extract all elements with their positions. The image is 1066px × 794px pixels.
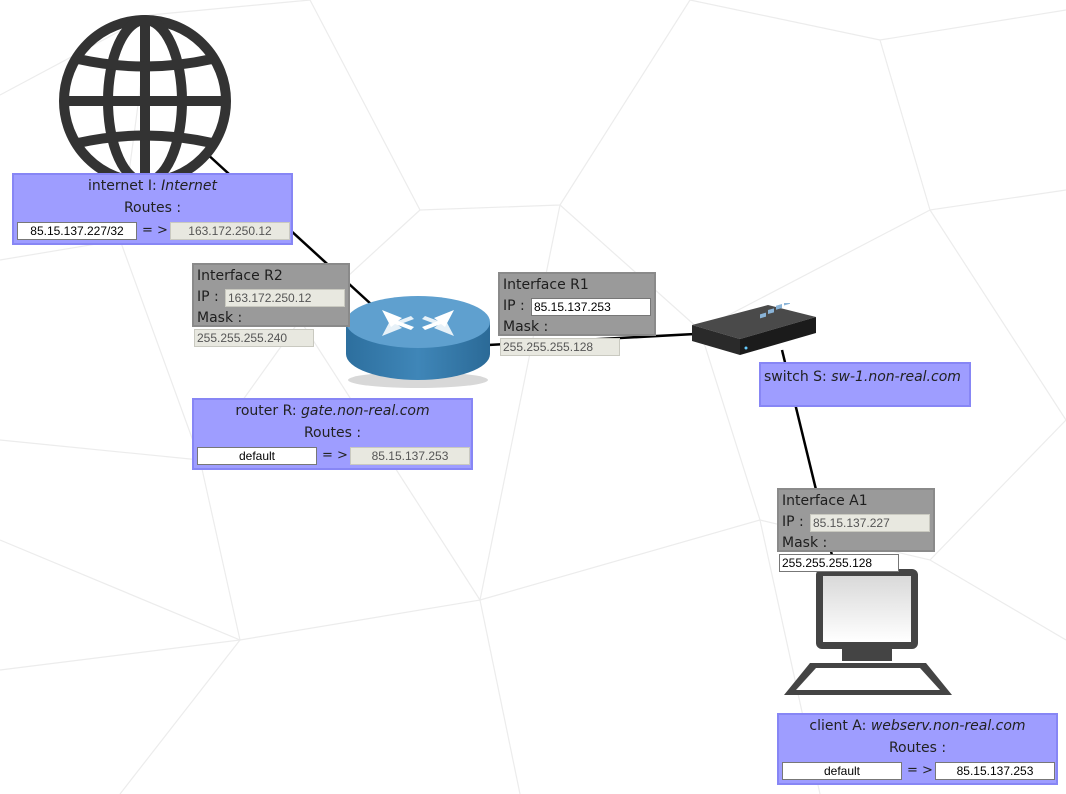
switch-card: switch S: sw-1.non-real.com [759, 362, 971, 407]
internet-route-destination-input[interactable]: 85.15.137.227/32 [17, 222, 137, 240]
interface-r1-card: Interface R1 IP : 85.15.137.253 Mask : [498, 272, 656, 336]
interface-a1-mask-label: Mask : [782, 535, 828, 551]
interface-r2-ip-label: IP : [197, 289, 219, 305]
internet-route-arrow: = > [142, 223, 168, 238]
interface-r1-mask-field: 255.255.255.128 [500, 338, 620, 356]
interface-a1-ip-field: 85.15.137.227 [810, 514, 930, 532]
interface-r2-ip-field: 163.172.250.12 [225, 289, 345, 307]
interface-r2-card: Interface R2 IP : 163.172.250.12 Mask : [192, 263, 350, 327]
interface-r2-title: Interface R2 [197, 268, 283, 284]
client-routes-label: Routes : [888, 740, 947, 756]
interface-r1-ip-label: IP : [503, 298, 525, 314]
router-card: router R: gate.non-real.com Routes : def… [192, 398, 473, 470]
client-route-destination-input[interactable]: default [782, 762, 902, 780]
interface-a1-ip-label: IP : [782, 514, 804, 530]
interface-a1-card: Interface A1 IP : 85.15.137.227 Mask : [777, 488, 935, 552]
client-title: client A: webserv.non-real.com [809, 718, 1026, 734]
interface-r1-ip-input[interactable]: 85.15.137.253 [531, 298, 651, 316]
internet-card: internet I: Internet Routes : 85.15.137.… [12, 173, 293, 245]
switch-title: switch S: sw-1.non-real.com [764, 369, 961, 385]
interface-r2-mask-label: Mask : [197, 310, 243, 326]
interface-r1-title: Interface R1 [503, 277, 589, 293]
router-route-gateway-field: 85.15.137.253 [350, 447, 470, 465]
client-card: client A: webserv.non-real.com Routes : … [777, 713, 1058, 785]
client-route-gateway-input[interactable]: 85.15.137.253 [935, 762, 1055, 780]
router-icon[interactable] [344, 292, 492, 392]
interface-r1-mask-label: Mask : [503, 319, 549, 335]
internet-route-gateway-field: 163.172.250.12 [170, 222, 290, 240]
interface-a1-mask-input[interactable]: 255.255.255.128 [779, 554, 899, 572]
interface-r2-mask-field: 255.255.255.240 [194, 329, 314, 347]
router-route-destination-input[interactable]: default [197, 447, 317, 465]
interface-a1-title: Interface A1 [782, 493, 868, 509]
router-title: router R: gate.non-real.com [235, 403, 430, 419]
globe-icon[interactable] [56, 12, 234, 190]
internet-title: internet I: Internet [88, 178, 217, 194]
router-routes-label: Routes : [303, 425, 362, 441]
computer-icon[interactable] [780, 567, 956, 697]
client-route-arrow: = > [907, 763, 933, 778]
internet-routes-label: Routes : [123, 200, 182, 216]
switch-icon[interactable] [688, 291, 820, 359]
router-route-arrow: = > [322, 448, 348, 463]
